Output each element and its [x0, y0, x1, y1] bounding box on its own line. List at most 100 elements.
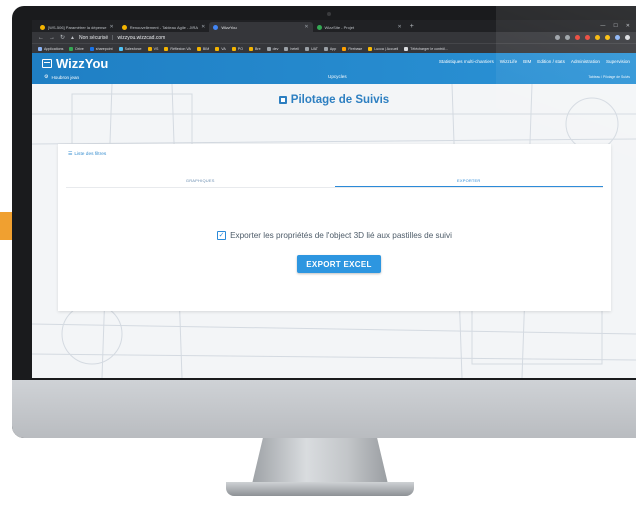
logo-text: WizzYou: [56, 56, 109, 71]
globe-icon: [266, 46, 271, 51]
url-separator: |: [112, 34, 114, 41]
folder-icon: [196, 46, 201, 51]
browser-tab[interactable]: [WS-506] Paramétrer la dépense ✕: [36, 22, 118, 32]
bookmark-item[interactable]: dev: [266, 46, 279, 51]
gear-icon: ⚙: [44, 74, 49, 80]
bookmark-item[interactable]: Bre: [249, 46, 261, 51]
screen-glare: [496, 6, 636, 386]
folder-icon: [164, 46, 169, 51]
dashboard-icon: [278, 96, 287, 104]
url-text: wizzyou.wizzcad.com: [117, 34, 166, 41]
bookmark-item[interactable]: Lucca | Accueil: [368, 46, 399, 51]
bookmark-label: PO: [237, 46, 243, 51]
user-name: Houbron jean: [51, 74, 80, 80]
bookmark-item[interactable]: VA: [215, 46, 226, 51]
monitor-base: [226, 482, 414, 496]
bookmark-item[interactable]: sharepoint: [89, 46, 113, 51]
security-label: Non sécurisé: [78, 34, 109, 41]
bookmark-label: Réflexion VA: [170, 46, 191, 51]
bookmark-item[interactable]: Firebase: [342, 46, 363, 51]
filter-list-label: Liste des filtres: [74, 152, 107, 157]
bookmark-label: Firebase: [348, 46, 363, 51]
wizzyou-logo[interactable]: WizzYou: [42, 56, 108, 71]
company-name: Upcycles: [328, 74, 347, 79]
download-icon: [404, 46, 409, 51]
bookmark-item[interactable]: BIM: [196, 46, 210, 51]
list-icon: ☰: [68, 152, 73, 157]
back-icon[interactable]: ←: [38, 35, 44, 41]
page-title-text: Pilotage de Suivis: [290, 94, 390, 106]
bookmark-label: VA: [221, 46, 226, 51]
bookmark-item[interactable]: App: [323, 46, 337, 51]
folder-icon: [231, 46, 236, 51]
bookmark-item[interactable]: Drive: [69, 46, 84, 51]
globe-icon: [304, 46, 309, 51]
bookmark-item[interactable]: Réflexion VA: [164, 46, 191, 51]
bookmark-item[interactable]: PO: [231, 46, 243, 51]
export-3d-checkbox[interactable]: ✓: [217, 231, 227, 240]
bookmark-item[interactable]: Télécharger le contrôl...: [404, 46, 448, 51]
bookmark-item[interactable]: hetell: [284, 46, 299, 51]
tab-label: WizzYou: [221, 24, 237, 30]
bookmark-label: dev: [272, 46, 279, 51]
lucca-icon: [368, 46, 373, 51]
export-excel-button[interactable]: EXPORT EXCEL: [297, 255, 381, 273]
folder-icon: [215, 46, 220, 51]
bookmark-label: Lucca | Accueil: [374, 46, 399, 51]
bookmark-label: Applications: [44, 46, 64, 51]
filter-list-link[interactable]: ☰ Liste des filtres: [68, 152, 106, 157]
bookmark-label: VS: [153, 46, 159, 51]
monitor-stand: [252, 438, 388, 484]
forward-icon[interactable]: →: [49, 35, 55, 41]
tab-favicon-icon: [121, 24, 127, 30]
bookmark-label: Drive: [75, 46, 84, 51]
folder-icon: [147, 46, 152, 51]
salesforce-icon: [118, 46, 123, 51]
tab-favicon-icon: [213, 24, 219, 30]
drive-icon: [69, 46, 74, 51]
browser-tab[interactable]: WizzSite - Projet ✕: [313, 22, 406, 32]
close-icon[interactable]: ✕: [398, 24, 402, 30]
firebase-icon: [342, 46, 347, 51]
bookmark-label: Salesforce: [124, 46, 142, 51]
warning-icon: ▲: [70, 34, 75, 41]
bookmark-label: Télécharger le contrôl...: [410, 46, 448, 51]
reload-icon[interactable]: ↻: [60, 34, 65, 41]
close-icon[interactable]: ✕: [109, 24, 113, 30]
user-menu[interactable]: ⚙ Houbron jean: [44, 74, 79, 80]
tab-label: Renouvellement - Tableau Agile - JIRA: [129, 24, 199, 30]
new-tab-icon[interactable]: +: [406, 23, 418, 30]
tab-label: [WS-506] Paramétrer la dépense: [48, 24, 107, 30]
orange-accent-tab: [0, 212, 12, 240]
globe-icon: [284, 46, 289, 51]
bookmark-item[interactable]: VS: [147, 46, 159, 51]
close-icon[interactable]: ✕: [201, 24, 205, 30]
bookmark-label: hetell: [290, 46, 299, 51]
browser-tab[interactable]: Renouvellement - Tableau Agile - JIRA ✕: [118, 22, 210, 32]
globe-icon: [323, 46, 328, 51]
monitor: [WS-506] Paramétrer la dépense ✕ Renouve…: [12, 6, 636, 438]
bookmark-label: sharepoint: [95, 46, 113, 51]
browser-tab-active[interactable]: WizzYou ✕: [209, 22, 313, 32]
bookmark-item[interactable]: Applications: [38, 46, 64, 51]
tab-favicon-icon: [40, 24, 45, 30]
bookmark-label: UAT: [310, 46, 318, 51]
sharepoint-icon: [89, 46, 94, 51]
close-icon[interactable]: ✕: [304, 24, 308, 30]
bookmark-label: App: [329, 46, 337, 51]
url-field[interactable]: ▲ Non sécurisé | wizzyou.wizzcad.com: [70, 35, 165, 41]
monitor-chin: [12, 380, 636, 438]
camera: [327, 12, 331, 16]
bookmark-label: Bre: [255, 46, 261, 51]
logo-icon: [42, 59, 52, 68]
tab-graphiques[interactable]: GRAPHIQUES: [66, 175, 335, 187]
bookmark-item[interactable]: Salesforce: [118, 46, 142, 51]
folder-icon: [249, 46, 253, 51]
bookmark-label: BIM: [202, 46, 210, 51]
bookmark-item[interactable]: UAT: [304, 46, 318, 51]
nav-statistiques[interactable]: Statistiques multi-chantiers: [439, 59, 494, 64]
tab-label: WizzSite - Projet: [324, 24, 355, 30]
export-option-label: Exporter les propriétés de l'object 3D l…: [230, 231, 452, 240]
tab-favicon-icon: [316, 24, 322, 30]
apps-icon: [38, 46, 42, 51]
